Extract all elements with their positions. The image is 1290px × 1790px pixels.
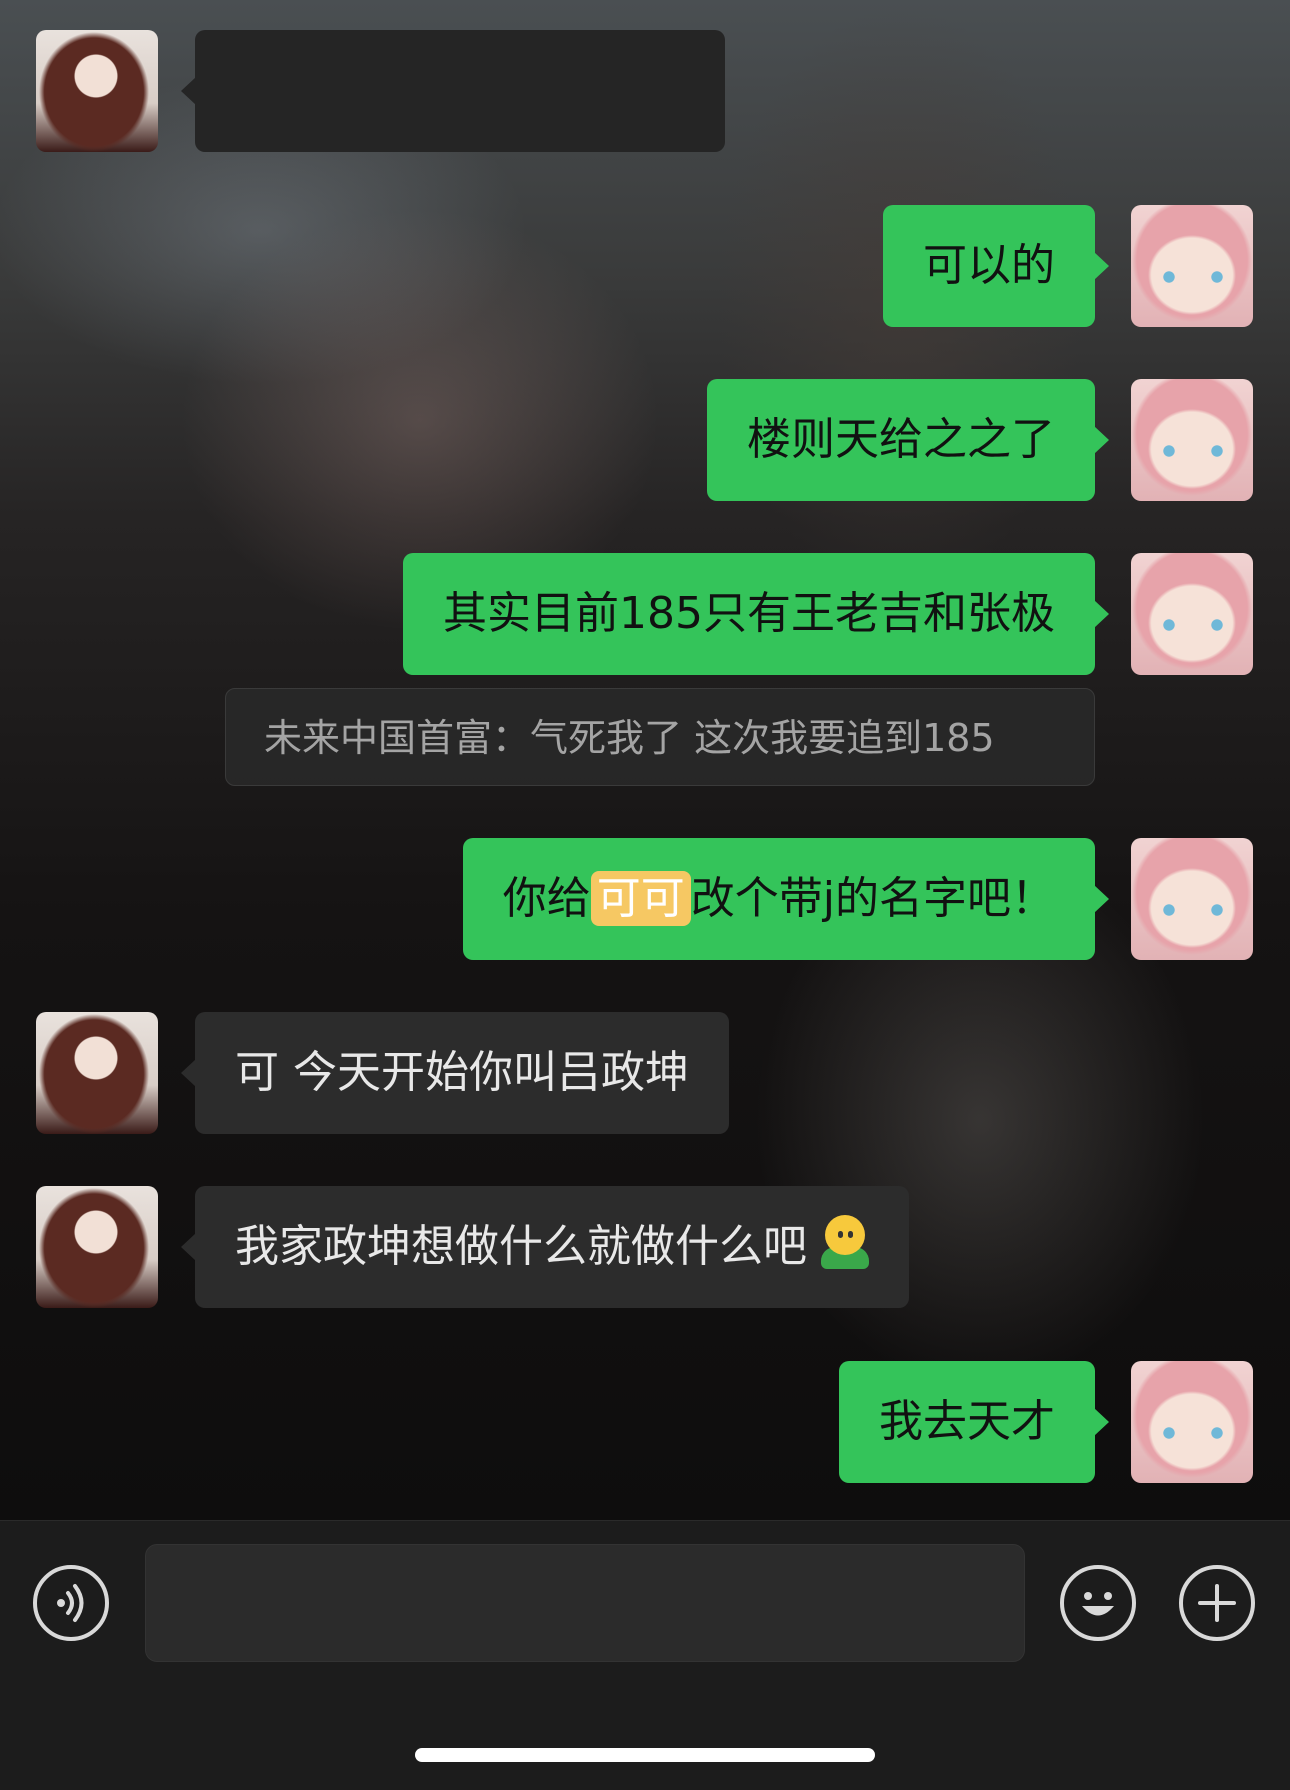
input-bar <box>0 1520 1290 1790</box>
my-avatar[interactable] <box>1131 205 1253 327</box>
message-bubble-theirs[interactable]: 我家政坤想做什么就做什么吧 <box>181 1186 909 1308</box>
message-text-before: 你给 <box>502 873 591 924</box>
message-bubble-mine[interactable]: 其实目前185只有王老吉和张极 <box>403 553 1109 675</box>
more-button[interactable] <box>1179 1565 1255 1641</box>
message-text: 楼则天给之之了 <box>747 414 1055 465</box>
message-bubble-mine[interactable]: 我去天才 <box>839 1361 1109 1483</box>
emoji-button[interactable] <box>1060 1565 1136 1641</box>
message-bubble-theirs[interactable]: 可 今天开始你叫吕政坤 <box>181 1012 729 1134</box>
contact-avatar[interactable] <box>36 30 158 152</box>
my-avatar[interactable] <box>1131 553 1253 675</box>
contact-avatar[interactable] <box>36 1012 158 1134</box>
home-indicator <box>415 1748 875 1762</box>
message-text-after: 改个带j的名字吧！ <box>690 873 1055 924</box>
redacted-message-bubble[interactable] <box>181 30 725 152</box>
message-bubble-mine[interactable]: 可以的 <box>883 205 1109 327</box>
emoji-icon <box>1082 1592 1114 1616</box>
my-avatar[interactable] <box>1131 379 1253 501</box>
message-text: 可以的 <box>923 240 1055 291</box>
message-text: 可 今天开始你叫吕政坤 <box>235 1047 689 1098</box>
message-input[interactable] <box>145 1544 1025 1662</box>
chat-area[interactable]: 可以的 楼则天给之之了 其实目前185只有王老吉和张极 未来中国首富：气死我了 … <box>0 0 1290 1520</box>
quoted-text: 未来中国首富：气死我了 这次我要追到185 <box>264 716 995 760</box>
contact-avatar[interactable] <box>36 1186 158 1308</box>
plus-icon <box>1198 1584 1236 1622</box>
voice-icon <box>57 1584 84 1622</box>
message-bubble-mine[interactable]: 你给 可可 改个带j的名字吧！ <box>462 838 1110 960</box>
voice-button[interactable] <box>33 1565 109 1641</box>
highlighted-name: 可可 <box>590 871 691 926</box>
message-text: 我去天才 <box>879 1396 1055 1447</box>
my-avatar[interactable] <box>1131 838 1253 960</box>
my-avatar[interactable] <box>1131 1361 1253 1483</box>
quoted-message[interactable]: 未来中国首富：气死我了 这次我要追到185 <box>225 688 1095 786</box>
person-emoji-icon <box>821 1215 869 1269</box>
message-text: 其实目前185只有王老吉和张极 <box>443 588 1055 639</box>
message-bubble-mine[interactable]: 楼则天给之之了 <box>707 379 1109 501</box>
message-text: 我家政坤想做什么就做什么吧 <box>235 1221 807 1272</box>
